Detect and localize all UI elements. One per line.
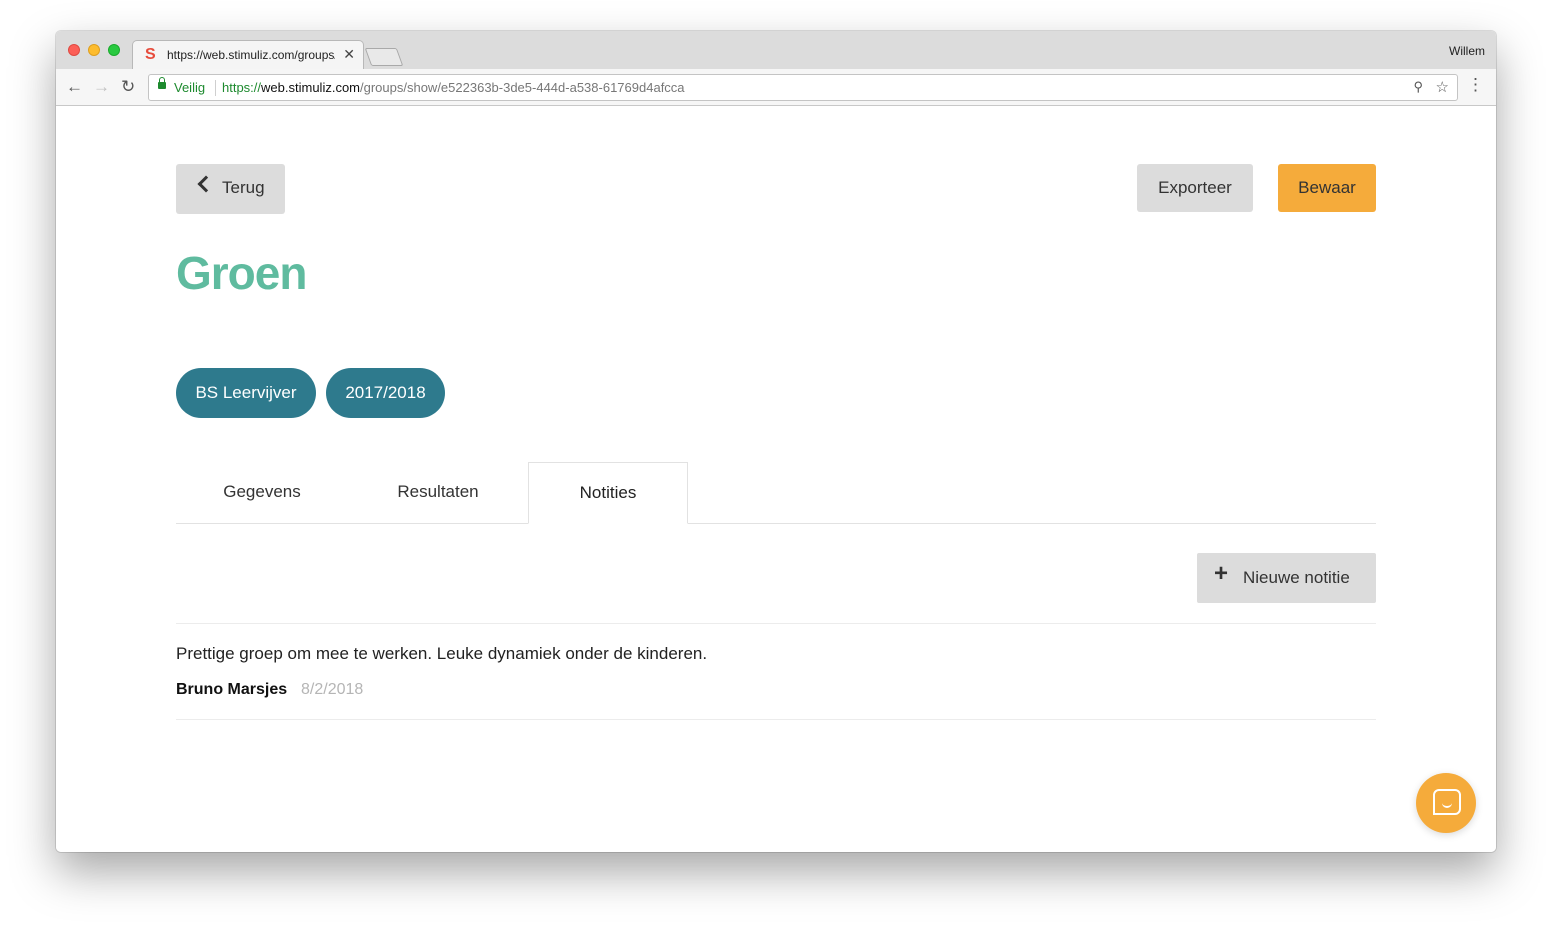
tab-gegevens[interactable]: Gegevens — [176, 462, 348, 523]
tab-notities[interactable]: Notities — [528, 462, 688, 524]
url-text[interactable]: https://web.stimuliz.com/groups/show/e52… — [222, 80, 685, 95]
back-button[interactable]: Terug — [176, 164, 285, 214]
bookmark-star-icon[interactable]: ☆ — [1436, 78, 1449, 96]
close-window-icon[interactable] — [68, 44, 80, 56]
new-tab-button[interactable] — [364, 48, 404, 66]
school-year-tag[interactable]: 2017/2018 — [326, 368, 445, 418]
stimuliz-favicon-icon: S — [145, 46, 156, 63]
minimize-window-icon[interactable] — [88, 44, 100, 56]
url-scheme: https:// — [222, 80, 262, 95]
content-tabs: Gegevens Resultaten Notities — [176, 462, 1376, 524]
chat-bubble-icon — [1433, 789, 1461, 815]
reload-icon[interactable]: ↻ — [121, 77, 135, 97]
plus-icon: + — [1214, 560, 1229, 587]
maximize-window-icon[interactable] — [108, 44, 120, 56]
key-icon[interactable]: ⚲ — [1413, 79, 1423, 95]
close-tab-icon[interactable]: ✕ — [343, 46, 355, 63]
url-path: /groups/show/e522363b-3de5-444d-a538-617… — [360, 80, 685, 95]
lock-icon — [158, 77, 166, 89]
browser-tab-title: https://web.stimuliz.com/groups/show/e52… — [167, 48, 335, 62]
export-button[interactable]: Exporteer — [1137, 164, 1253, 212]
note-text: Prettige groep om mee te werken. Leuke d… — [176, 644, 708, 663]
note-date: 8/2/2018 — [301, 681, 364, 698]
note-divider-bottom — [176, 719, 1376, 720]
page-title: Groen — [176, 247, 307, 299]
address-separator — [215, 80, 216, 96]
page-content: Terug Exporteer Bewaar Groen BS Leervijv… — [56, 106, 1496, 852]
note-divider-top — [176, 623, 1376, 624]
note-author: Bruno Marsjes — [176, 681, 288, 698]
browser-tab[interactable]: S https://web.stimuliz.com/groups/show/e… — [132, 40, 364, 69]
chevron-left-icon — [197, 175, 215, 193]
back-button-label: Terug — [222, 178, 265, 197]
save-button[interactable]: Bewaar — [1278, 164, 1376, 212]
tab-strip: S https://web.stimuliz.com/groups/show/e… — [56, 31, 1496, 69]
url-host: web.stimuliz.com — [261, 80, 360, 95]
tab-resultaten[interactable]: Resultaten — [350, 462, 526, 523]
browser-menu-icon[interactable]: ⋮ — [1467, 76, 1484, 93]
forward-arrow-icon[interactable]: → — [93, 77, 110, 97]
school-tag[interactable]: BS Leervijver — [176, 368, 316, 418]
browser-toolbar: ← → ↻ Veilig https://web.stimuliz.com/gr… — [56, 69, 1496, 106]
back-arrow-icon[interactable]: ← — [66, 77, 83, 97]
new-note-label: Nieuwe notitie — [1243, 568, 1350, 587]
address-bar[interactable]: Veilig https://web.stimuliz.com/groups/s… — [148, 74, 1458, 101]
profile-name[interactable]: Willem — [1449, 44, 1485, 58]
new-note-button[interactable]: + Nieuwe notitie — [1197, 553, 1376, 603]
secure-label: Veilig — [174, 80, 206, 95]
chat-launcher-button[interactable] — [1416, 773, 1476, 833]
browser-window: S https://web.stimuliz.com/groups/show/e… — [56, 31, 1496, 852]
